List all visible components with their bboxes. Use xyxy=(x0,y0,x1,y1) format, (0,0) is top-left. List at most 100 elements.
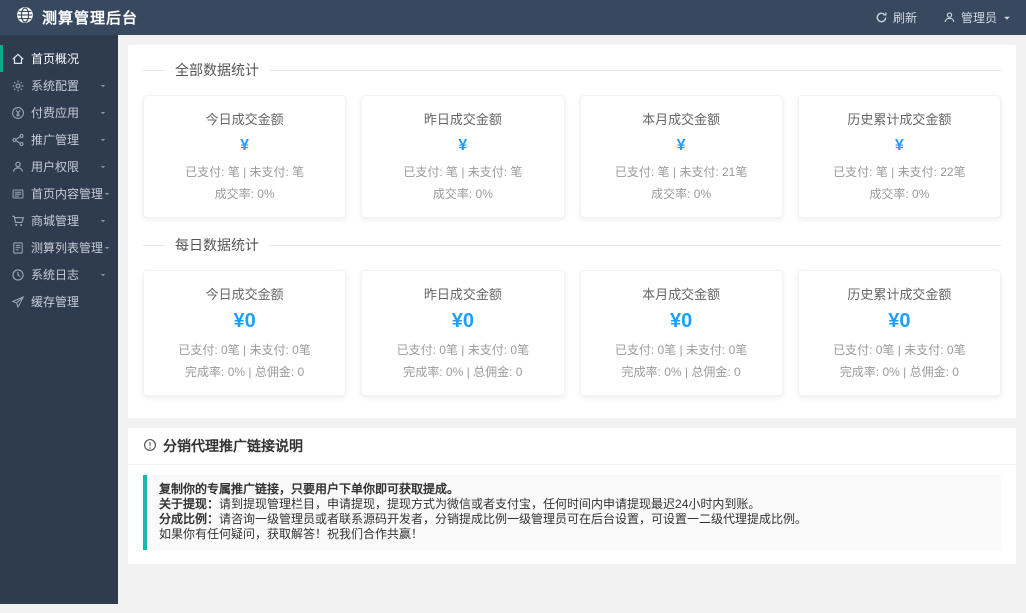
sidebar: 首页概况 系统配置 付费应用 推广管理 用户权限 首页内容管理 商城管理 测算列… xyxy=(0,35,118,604)
stat-line2: 成交率: 0% xyxy=(432,187,493,201)
content-icon xyxy=(11,187,25,201)
notice-panel: 分销代理推广链接说明 复制你的专属推广链接，只要用户下单你即可获取提成。 关于提… xyxy=(128,428,1016,564)
sidebar-item-system-config[interactable]: 系统配置 xyxy=(0,72,118,99)
legend-divider xyxy=(269,244,1001,246)
chevron-down-icon xyxy=(103,241,111,255)
cart-icon xyxy=(11,214,25,228)
stat-card-month-total: 本月成交金额 ¥ 已支付: 笔 | 未支付: 21笔 成交率: 0% xyxy=(579,95,783,218)
chevron-down-icon xyxy=(103,187,111,201)
stat-line1: 已支付: 0笔 | 未支付: 0笔 xyxy=(396,343,530,357)
gear-icon xyxy=(11,79,25,93)
list-icon xyxy=(11,241,25,255)
stat-line2: 完成率: 0% | 总佣金: 0 xyxy=(839,365,959,379)
stat-title: 本月成交金额 xyxy=(642,287,721,302)
stat-line1: 已支付: 笔 | 未支付: 笔 xyxy=(403,165,523,179)
stat-card-yesterday-daily: 昨日成交金额 ¥0 已支付: 0笔 | 未支付: 0笔 完成率: 0% | 总佣… xyxy=(361,270,565,396)
stat-card-month-daily: 本月成交金额 ¥0 已支付: 0笔 | 未支付: 0笔 完成率: 0% | 总佣… xyxy=(579,270,783,396)
sidebar-item-mall[interactable]: 商城管理 xyxy=(0,207,118,234)
stat-title: 历史累计成交金额 xyxy=(847,287,952,302)
topbar-actions: 刷新 管理员 xyxy=(875,9,1012,26)
stat-card-today-total: 今日成交金额 ¥ 已支付: 笔 | 未支付: 笔 成交率: 0% xyxy=(143,95,347,218)
legend-divider xyxy=(143,69,165,71)
notice-line-4: 如果你有任何疑问，获取解答！祝我们合作共赢！ xyxy=(159,527,424,541)
section-legend-all: 全部数据统计 xyxy=(143,55,1001,85)
stat-line2: 成交率: 0% xyxy=(869,187,930,201)
notice-header: 分销代理推广链接说明 xyxy=(128,428,1016,465)
section-title: 全部数据统计 xyxy=(175,62,259,78)
stat-line1: 已支付: 0笔 | 未支付: 0笔 xyxy=(614,343,748,357)
stat-card-yesterday-total: 昨日成交金额 ¥ 已支付: 笔 | 未支付: 笔 成交率: 0% xyxy=(361,95,565,218)
notice-line-2: 关于提现：请到提现管理栏目，申请提现，提现方式为微信或者支付宝，任何时间内申请提… xyxy=(159,497,761,511)
stat-line1: 已支付: 0笔 | 未支付: 0笔 xyxy=(178,343,311,357)
stat-line2: 完成率: 0% | 总佣金: 0 xyxy=(185,365,305,379)
stat-title: 今日成交金额 xyxy=(205,287,284,302)
refresh-button[interactable]: 刷新 xyxy=(875,9,917,26)
sidebar-item-system-log[interactable]: 系统日志 xyxy=(0,261,118,288)
main-content: 全部数据统计 今日成交金额 ¥ 已支付: 笔 | 未支付: 笔 成交率: 0% … xyxy=(118,35,1026,613)
notice-line-3: 分成比例：请咨询一级管理员或者联系源码开发者，分销提成比例一级管理员可在后台设置… xyxy=(159,512,808,526)
stat-line2: 完成率: 0% | 总佣金: 0 xyxy=(403,365,523,379)
sidebar-item-calc-list[interactable]: 测算列表管理 xyxy=(0,234,118,261)
stats-all-row: 今日成交金额 ¥ 已支付: 笔 | 未支付: 笔 成交率: 0% 昨日成交金额 … xyxy=(143,95,1001,218)
promo-instructions-quote: 复制你的专属推广链接，只要用户下单你即可获取提成。 关于提现：请到提现管理栏目，… xyxy=(143,475,1001,550)
legend-divider xyxy=(143,244,165,246)
stat-title: 本月成交金额 xyxy=(642,112,721,127)
globe-logo-icon xyxy=(16,6,34,29)
chevron-down-icon xyxy=(99,160,107,174)
sidebar-item-home-overview[interactable]: 首页概况 xyxy=(0,45,118,72)
chevron-down-icon xyxy=(99,133,107,147)
stat-card-history-daily: 历史累计成交金额 ¥0 已支付: 0笔 | 未支付: 0笔 完成率: 0% | … xyxy=(797,270,1001,396)
stat-amount: ¥ xyxy=(676,137,686,154)
sidebar-item-home-content[interactable]: 首页内容管理 xyxy=(0,180,118,207)
user-menu[interactable]: 管理员 xyxy=(943,9,1012,26)
notice-line-1: 复制你的专属推广链接，只要用户下单你即可获取提成。 xyxy=(159,482,460,496)
stat-card-today-daily: 今日成交金额 ¥0 已支付: 0笔 | 未支付: 0笔 完成率: 0% | 总佣… xyxy=(143,270,347,396)
refresh-icon xyxy=(875,11,888,24)
chevron-down-icon xyxy=(99,106,107,120)
notice-body: 复制你的专属推广链接，只要用户下单你即可获取提成。 关于提现：请到提现管理栏目，… xyxy=(128,465,1016,564)
chevron-down-icon xyxy=(1002,13,1012,23)
brand: 测算管理后台 xyxy=(16,6,138,29)
chevron-down-icon xyxy=(99,79,107,93)
stat-title: 历史累计成交金额 xyxy=(847,112,952,127)
stat-amount: ¥ xyxy=(894,137,904,154)
legend-divider xyxy=(269,69,1001,71)
sidebar-item-promotion[interactable]: 推广管理 xyxy=(0,126,118,153)
user-icon xyxy=(943,11,956,24)
stats-panel: 全部数据统计 今日成交金额 ¥ 已支付: 笔 | 未支付: 笔 成交率: 0% … xyxy=(128,45,1016,418)
stat-line2: 完成率: 0% | 总佣金: 0 xyxy=(621,365,741,379)
user-icon xyxy=(11,160,25,174)
home-icon xyxy=(11,52,25,66)
stat-line2: 成交率: 0% xyxy=(214,187,275,201)
stat-line1: 已支付: 笔 | 未支付: 22笔 xyxy=(833,165,966,179)
pay-icon xyxy=(11,106,25,120)
stat-amount: ¥ xyxy=(240,137,250,154)
send-icon xyxy=(11,295,25,309)
stat-amount: ¥0 xyxy=(451,310,474,332)
app-title: 测算管理后台 xyxy=(42,10,139,27)
refresh-label: 刷新 xyxy=(892,11,917,25)
stat-line1: 已支付: 0笔 | 未支付: 0笔 xyxy=(833,343,966,357)
app-root: 测算管理后台 刷新 管理员 首页概况 系统配置 付费应用 推广管理 用户权限 首… xyxy=(0,0,1026,613)
stat-amount: ¥0 xyxy=(888,310,911,332)
stat-amount: ¥0 xyxy=(670,310,693,332)
sidebar-item-paid-apps[interactable]: 付费应用 xyxy=(0,99,118,126)
sidebar-item-user-permissions[interactable]: 用户权限 xyxy=(0,153,118,180)
stat-line1: 已支付: 笔 | 未支付: 笔 xyxy=(185,165,305,179)
stats-daily-row: 今日成交金额 ¥0 已支付: 0笔 | 未支付: 0笔 完成率: 0% | 总佣… xyxy=(143,270,1001,396)
stat-card-history-total: 历史累计成交金额 ¥ 已支付: 笔 | 未支付: 22笔 成交率: 0% xyxy=(797,95,1001,218)
sidebar-item-cache[interactable]: 缓存管理 xyxy=(0,288,118,315)
chevron-down-icon xyxy=(99,214,107,228)
top-bar: 测算管理后台 刷新 管理员 xyxy=(0,0,1026,35)
chevron-down-icon xyxy=(99,268,107,282)
stat-line1: 已支付: 笔 | 未支付: 21笔 xyxy=(614,165,748,179)
notice-title: 分销代理推广链接说明 xyxy=(163,438,303,454)
user-label: 管理员 xyxy=(960,11,997,25)
stat-title: 今日成交金额 xyxy=(205,112,284,127)
section-title: 每日数据统计 xyxy=(175,237,259,253)
stat-title: 昨日成交金额 xyxy=(423,287,502,302)
clock-icon xyxy=(11,268,25,282)
stat-amount: ¥ xyxy=(458,137,468,154)
stat-amount: ¥0 xyxy=(233,310,256,332)
stat-line2: 成交率: 0% xyxy=(651,187,712,201)
